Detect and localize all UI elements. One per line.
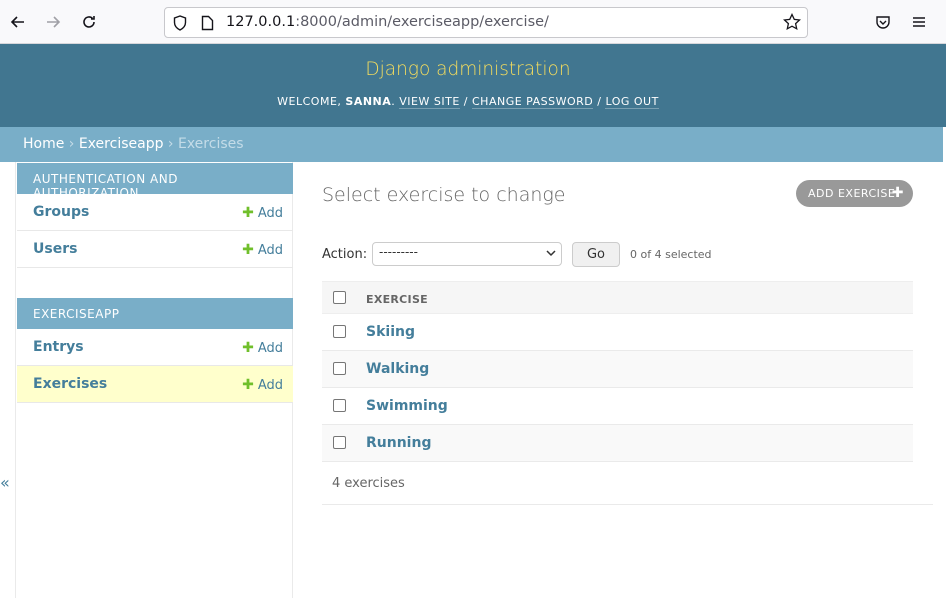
welcome-text: Welcome, [277,95,342,108]
reload-icon[interactable] [77,10,101,34]
add-label: Add [257,378,283,393]
chevron-down-icon [546,246,556,263]
plus-icon: ✚ [242,242,254,258]
select-all-checkbox[interactable] [333,291,346,304]
table-row: Running [322,425,913,462]
breadcrumb-separator: › [167,136,174,152]
url-text: 127.0.0.1:8000/admin/exerciseapp/exercis… [226,14,549,30]
shield-icon[interactable] [173,15,187,35]
sidebar-item-entrys: Entrys ✚ Add [17,329,293,366]
sidebar-link-groups[interactable]: Groups [33,204,89,220]
address-bar[interactable]: 127.0.0.1:8000/admin/exerciseapp/exercis… [164,7,808,38]
column-header-exercise[interactable]: Exercise [366,293,428,306]
breadcrumb: Home › Exerciseapp › Exercises [0,127,943,162]
page-title: Select exercise to change [322,184,566,206]
add-label: Add [257,341,283,356]
collapse-sidebar-toggle[interactable]: « [0,473,12,492]
table-row: Walking [322,351,913,388]
add-exercises-link[interactable]: ✚ Add [242,377,283,393]
add-entrys-link[interactable]: ✚ Add [242,340,283,356]
view-site-link[interactable]: View site [399,95,460,109]
browser-toolbar: 127.0.0.1:8000/admin/exerciseapp/exercis… [0,0,946,44]
exercise-link[interactable]: Running [366,435,431,451]
action-label: Action: [322,247,368,262]
breadcrumb-app[interactable]: Exerciseapp [79,136,164,152]
change-password-link[interactable]: Change password [472,95,594,109]
exercise-link[interactable]: Walking [366,361,429,377]
menu-icon[interactable] [907,10,931,34]
breadcrumb-current: Exercises [177,136,244,152]
module-caption-exerciseapp[interactable]: Exerciseapp [17,298,293,329]
go-button[interactable]: Go [572,242,620,267]
add-users-link[interactable]: ✚ Add [242,242,283,258]
exercise-link[interactable]: Swimming [366,398,448,414]
back-icon[interactable] [6,10,30,34]
sidebar-item-users: Users ✚ Add [17,231,293,268]
plus-icon: ✚ [242,377,254,393]
add-exercise-button[interactable]: Add exercise ✚ [796,180,913,207]
selected-count: 0 of 4 selected [630,248,712,261]
forward-icon[interactable] [41,10,65,34]
separator: / [463,95,468,108]
nav-sidebar: Authentication and Authorization Groups … [15,162,293,598]
row-checkbox[interactable] [333,325,346,338]
row-checkbox[interactable] [333,399,346,412]
action-select-value: --------- [379,245,418,259]
separator: / [597,95,602,108]
exercise-link[interactable]: Skiing [366,324,415,340]
sidebar-link-entrys[interactable]: Entrys [33,339,84,355]
breadcrumb-separator: › [68,136,75,152]
sidebar-item-exercises: Exercises ✚ Add [17,366,293,403]
user-tools: Welcome, sanna. View site / Change passw… [277,95,659,109]
pocket-icon[interactable] [871,10,895,34]
plus-icon: ✚ [891,185,904,201]
bookmark-star-icon[interactable] [783,12,801,35]
action-select[interactable]: --------- [372,242,562,266]
add-groups-link[interactable]: ✚ Add [242,205,283,221]
url-host: 127.0.0.1 [226,14,296,30]
add-exercise-label: Add exercise [808,187,896,200]
page-icon [201,15,214,35]
row-checkbox[interactable] [333,362,346,375]
table-row: Swimming [322,388,913,425]
url-path: :8000/admin/exerciseapp/exercise/ [295,14,549,30]
sidebar-link-users[interactable]: Users [33,241,77,257]
sidebar-item-groups: Groups ✚ Add [17,194,293,231]
log-out-link[interactable]: Log out [605,95,659,109]
table-header: Exercise [322,281,913,314]
site-branding[interactable]: Django administration [0,59,936,80]
username: sanna [345,95,392,108]
breadcrumb-home[interactable]: Home [23,136,64,152]
add-label: Add [257,243,283,258]
plus-icon: ✚ [242,205,254,221]
plus-icon: ✚ [242,340,254,356]
add-label: Add [257,206,283,221]
table-row: Skiing [322,314,913,351]
module-caption-auth[interactable]: Authentication and Authorization [17,163,293,200]
site-header: Django administration Welcome, sanna. Vi… [0,44,946,127]
sidebar-link-exercises[interactable]: Exercises [33,376,107,392]
paginator: 4 exercises [322,462,933,505]
row-checkbox[interactable] [333,436,346,449]
